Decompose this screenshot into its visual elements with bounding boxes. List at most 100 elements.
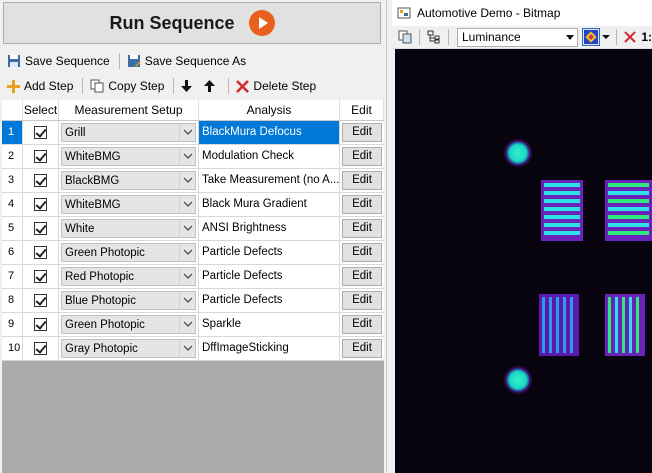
- delete-step-button[interactable]: Delete Step: [233, 75, 319, 97]
- chevron-down-icon[interactable]: [179, 220, 195, 237]
- analysis-cell[interactable]: Black Mura Gradient: [199, 193, 340, 216]
- chevron-down-icon[interactable]: [179, 196, 195, 213]
- analysis-cell[interactable]: Take Measurement (no A...: [199, 169, 340, 192]
- edit-step-button[interactable]: Edit: [342, 171, 382, 190]
- select-checkbox[interactable]: [34, 150, 47, 163]
- edit-step-button[interactable]: Edit: [342, 315, 382, 334]
- edit-step-button[interactable]: Edit: [342, 291, 382, 310]
- analysis-cell[interactable]: DffImageSticking: [199, 337, 340, 360]
- measurement-setup-combo[interactable]: WhiteBMG: [61, 147, 196, 166]
- select-checkbox[interactable]: [34, 198, 47, 211]
- analysis-cell[interactable]: ANSI Brightness: [199, 217, 340, 240]
- edit-step-button[interactable]: Edit: [342, 267, 382, 286]
- measurement-setup-cell[interactable]: WhiteBMG: [59, 145, 199, 168]
- chevron-down-icon[interactable]: [179, 244, 195, 261]
- measurement-setup-combo[interactable]: Blue Photopic: [61, 291, 196, 310]
- analysis-cell[interactable]: Sparkle: [199, 313, 340, 336]
- sequence-row[interactable]: 8 Blue Photopic Particle Defects Edit: [2, 289, 384, 313]
- chevron-down-icon[interactable]: [179, 292, 195, 309]
- false-color-dropdown[interactable]: [600, 33, 612, 41]
- measurement-setup-cell[interactable]: BlackBMG: [59, 169, 199, 192]
- measurement-setup-combo[interactable]: Grill: [61, 123, 196, 142]
- analysis-column-header[interactable]: Analysis: [199, 100, 340, 120]
- measurement-setup-combo[interactable]: White: [61, 219, 196, 238]
- measurement-setup-cell[interactable]: Green Photopic: [59, 313, 199, 336]
- edit-step-button[interactable]: Edit: [342, 219, 382, 238]
- measurement-setup-combo[interactable]: Red Photopic: [61, 267, 196, 286]
- select-cell[interactable]: [23, 169, 59, 192]
- measurement-setup-combo[interactable]: BlackBMG: [61, 171, 196, 190]
- chevron-down-icon[interactable]: [179, 124, 195, 141]
- row-number[interactable]: 10: [2, 337, 23, 360]
- row-number[interactable]: 9: [2, 313, 23, 336]
- select-cell[interactable]: [23, 313, 59, 336]
- measurement-setup-cell[interactable]: Blue Photopic: [59, 289, 199, 312]
- sequence-row[interactable]: 6 Green Photopic Particle Defects Edit: [2, 241, 384, 265]
- row-number[interactable]: 7: [2, 265, 23, 288]
- save-sequence-as-button[interactable]: Save Sequence As: [124, 50, 249, 72]
- select-cell[interactable]: [23, 265, 59, 288]
- false-color-button[interactable]: [582, 28, 601, 46]
- row-number[interactable]: 4: [2, 193, 23, 216]
- measurement-setup-cell[interactable]: WhiteBMG: [59, 193, 199, 216]
- sequence-row[interactable]: 2 WhiteBMG Modulation Check Edit: [2, 145, 384, 169]
- select-checkbox[interactable]: [34, 342, 47, 355]
- sequence-row[interactable]: 1 Grill BlackMura Defocus Edit: [2, 121, 384, 145]
- measurement-setup-combo[interactable]: Green Photopic: [61, 315, 196, 334]
- measurement-setup-combo[interactable]: WhiteBMG: [61, 195, 196, 214]
- measurement-setup-cell[interactable]: Green Photopic: [59, 241, 199, 264]
- chevron-down-icon[interactable]: [179, 268, 195, 285]
- row-number[interactable]: 6: [2, 241, 23, 264]
- colorspace-dropdown[interactable]: Luminance: [456, 27, 579, 47]
- edit-step-button[interactable]: Edit: [342, 243, 382, 262]
- row-number[interactable]: 2: [2, 145, 23, 168]
- edit-step-button[interactable]: Edit: [342, 195, 382, 214]
- chevron-down-icon[interactable]: [179, 172, 195, 189]
- copy-image-button[interactable]: [395, 30, 415, 44]
- move-up-button[interactable]: [201, 75, 222, 97]
- chevron-down-icon[interactable]: [179, 340, 195, 357]
- sequence-row[interactable]: 3 BlackBMG Take Measurement (no A... Edit: [2, 169, 384, 193]
- save-sequence-button[interactable]: Save Sequence: [4, 50, 113, 72]
- analysis-cell[interactable]: Particle Defects: [199, 265, 340, 288]
- select-checkbox[interactable]: [34, 270, 47, 283]
- select-column-header[interactable]: Select: [23, 100, 59, 120]
- edit-step-button[interactable]: Edit: [342, 147, 382, 166]
- analysis-cell[interactable]: Particle Defects: [199, 289, 340, 312]
- row-number[interactable]: 1: [2, 121, 23, 144]
- select-checkbox[interactable]: [34, 318, 47, 331]
- select-checkbox[interactable]: [34, 294, 47, 307]
- sequence-row[interactable]: 10 Gray Photopic DffImageSticking Edit: [2, 337, 384, 361]
- measurement-setup-column-header[interactable]: Measurement Setup: [59, 100, 199, 120]
- select-cell[interactable]: [23, 337, 59, 360]
- close-image-button[interactable]: [621, 31, 639, 43]
- select-cell[interactable]: [23, 193, 59, 216]
- row-number[interactable]: 3: [2, 169, 23, 192]
- chevron-down-icon[interactable]: [179, 316, 195, 333]
- sequence-row[interactable]: 7 Red Photopic Particle Defects Edit: [2, 265, 384, 289]
- analysis-cell[interactable]: BlackMura Defocus: [199, 121, 340, 144]
- copy-step-button[interactable]: Copy Step: [87, 75, 167, 97]
- measurement-setup-combo[interactable]: Green Photopic: [61, 243, 196, 262]
- row-number[interactable]: 5: [2, 217, 23, 240]
- move-down-button[interactable]: [178, 75, 199, 97]
- bitmap-image[interactable]: [395, 49, 652, 473]
- measurement-setup-cell[interactable]: Grill: [59, 121, 199, 144]
- select-cell[interactable]: [23, 121, 59, 144]
- select-checkbox[interactable]: [34, 246, 47, 259]
- select-checkbox[interactable]: [34, 174, 47, 187]
- analysis-cell[interactable]: Particle Defects: [199, 241, 340, 264]
- sequence-row[interactable]: 4 WhiteBMG Black Mura Gradient Edit: [2, 193, 384, 217]
- sequence-row[interactable]: 5 White ANSI Brightness Edit: [2, 217, 384, 241]
- select-checkbox[interactable]: [34, 126, 47, 139]
- edit-column-header[interactable]: Edit: [340, 100, 384, 120]
- add-step-button[interactable]: Add Step: [4, 75, 76, 97]
- layout-button[interactable]: [424, 30, 444, 44]
- measurement-setup-combo[interactable]: Gray Photopic: [61, 339, 196, 358]
- run-sequence-button[interactable]: Run Sequence: [3, 2, 381, 44]
- select-checkbox[interactable]: [34, 222, 47, 235]
- sequence-row[interactable]: 9 Green Photopic Sparkle Edit: [2, 313, 384, 337]
- measurement-setup-cell[interactable]: Gray Photopic: [59, 337, 199, 360]
- measurement-setup-cell[interactable]: White: [59, 217, 199, 240]
- row-number[interactable]: 8: [2, 289, 23, 312]
